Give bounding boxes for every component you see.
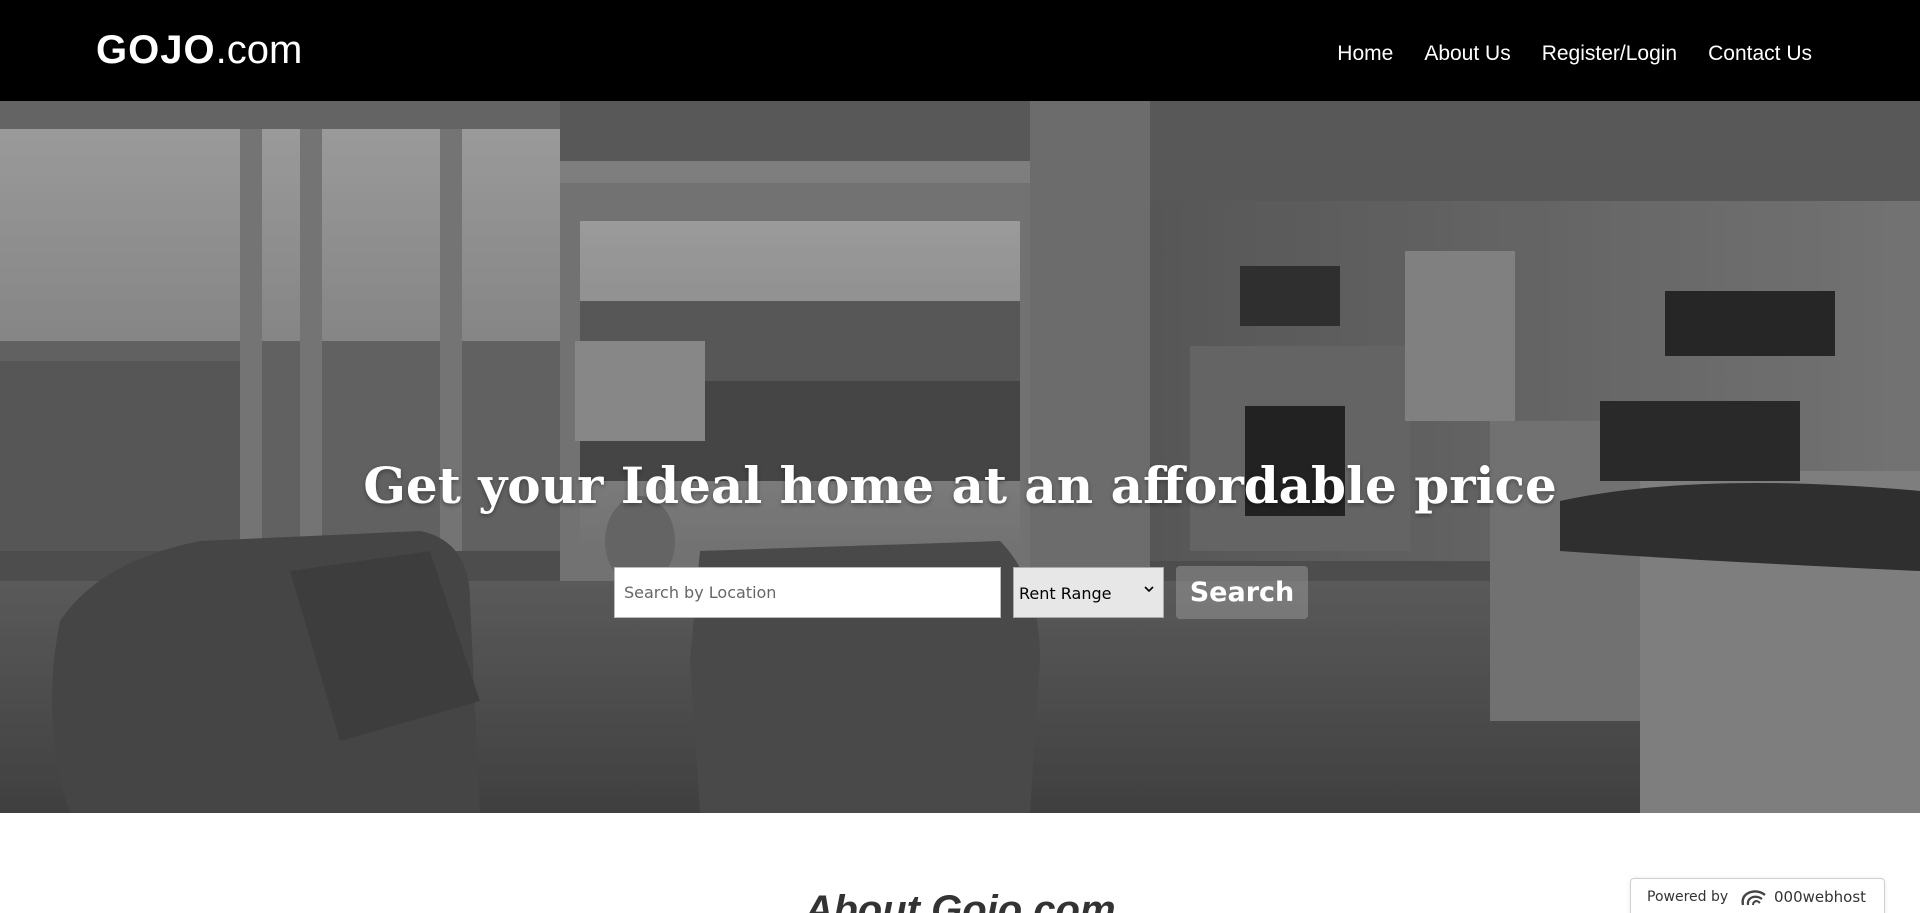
brand-name-suffix: .com — [215, 28, 303, 72]
search-location-input[interactable] — [614, 567, 1001, 618]
powered-by-brand: 000webhost — [1774, 888, 1867, 906]
hero-section: Get your Ideal home at an affordable pri… — [0, 101, 1920, 813]
000webhost-logo-icon — [1741, 890, 1766, 906]
brand-logo[interactable]: GOJO.com — [96, 26, 302, 74]
chevron-down-icon — [1144, 586, 1154, 593]
rent-range-select[interactable]: Rent Range — [1013, 567, 1164, 618]
nav-link-contact-us[interactable]: Contact Us — [1708, 40, 1812, 68]
nav-link-register-login[interactable]: Register/Login — [1542, 40, 1677, 68]
hero-title: Get your Ideal home at an affordable pri… — [363, 456, 1557, 515]
rent-range-selected-value: Rent Range — [1019, 584, 1112, 603]
nav-link-home[interactable]: Home — [1337, 40, 1393, 68]
powered-by-label: Powered by — [1647, 889, 1729, 905]
navbar: GOJO.com Home About Us Register/Login Co… — [0, 0, 1920, 101]
search-button[interactable]: Search — [1176, 566, 1308, 619]
brand-name-bold: GOJO — [96, 28, 216, 72]
powered-by-badge[interactable]: Powered by 000webhost — [1630, 878, 1885, 913]
nav-links: Home About Us Register/Login Contact Us — [1337, 40, 1812, 68]
nav-link-about-us[interactable]: About Us — [1424, 40, 1510, 68]
